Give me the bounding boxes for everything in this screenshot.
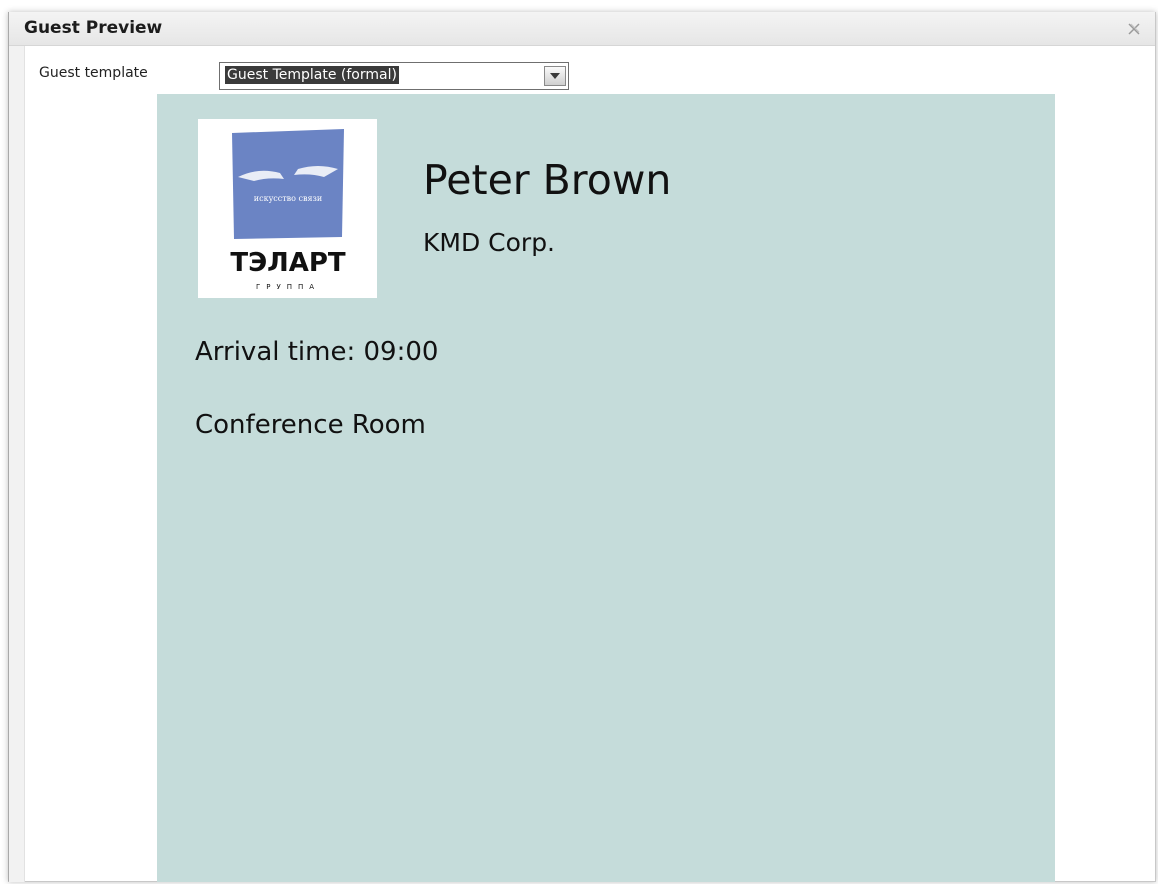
guest-company: KMD Corp. — [423, 228, 556, 257]
title-bar: Guest Preview — [9, 12, 1155, 46]
logo-subbrand: ГРУППА — [256, 283, 320, 291]
guest-name: Peter Brown — [423, 156, 672, 204]
chevron-down-icon[interactable] — [544, 66, 566, 86]
guest-template-label: Guest template — [39, 65, 148, 81]
guest-template-select[interactable]: Guest Template (formal) — [219, 62, 569, 90]
window-title: Guest Preview — [24, 18, 163, 38]
left-gutter — [9, 46, 25, 882]
company-logo-icon: искусство связи ТЭЛАРТ ГРУППА — [198, 119, 377, 298]
logo-tagline: искусство связи — [254, 194, 323, 203]
close-icon[interactable] — [1127, 21, 1141, 35]
meeting-location: Conference Room — [195, 410, 426, 440]
guest-preview-canvas: искусство связи ТЭЛАРТ ГРУППА Peter Brow… — [157, 94, 1055, 882]
guest-template-selected-value: Guest Template (formal) — [225, 66, 399, 84]
arrival-time: Arrival time: 09:00 — [195, 337, 439, 367]
logo-brand: ТЭЛАРТ — [230, 248, 346, 278]
guest-preview-window: Guest Preview Guest template Guest Templ… — [8, 12, 1156, 882]
